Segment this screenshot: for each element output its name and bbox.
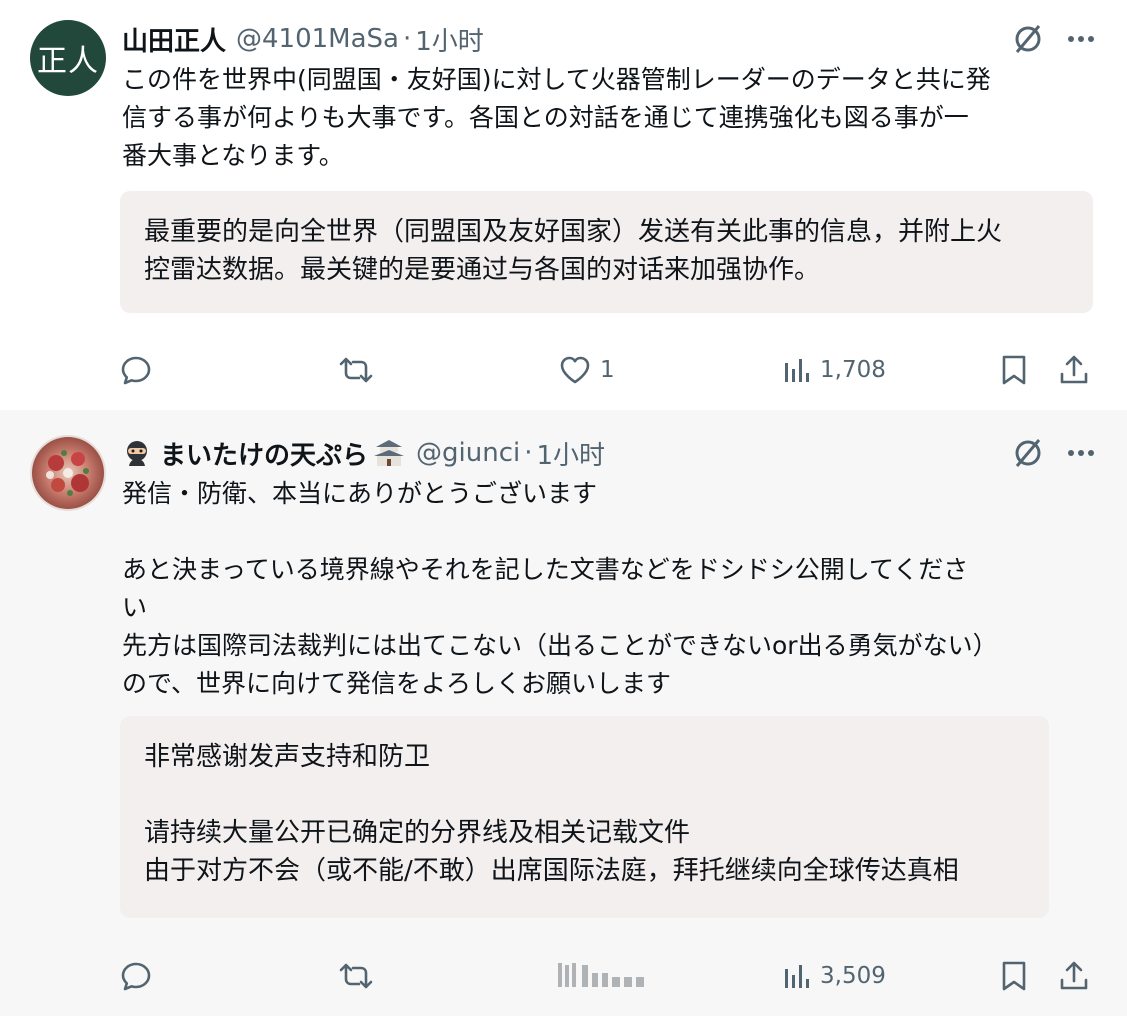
separator-dot: ·: [524, 438, 533, 468]
bookmark-button[interactable]: [1000, 350, 1028, 390]
like-button[interactable]: [558, 956, 656, 996]
share-icon: [1058, 960, 1090, 992]
blurred-watermark-icon: [558, 959, 656, 993]
more-options-icon[interactable]: [1067, 449, 1095, 457]
retweet-icon: [338, 354, 374, 386]
share-icon: [1058, 354, 1090, 386]
display-name[interactable]: 山田正人: [122, 21, 226, 58]
translation-box: 非常感谢发声支持和防卫 请持续大量公开已确定的分界线及相关记载文件 由于对方不会…: [120, 716, 1049, 918]
retweet-button[interactable]: [338, 956, 374, 996]
tweet-card[interactable]: 正人 山田正人 @4101MaSa · 1小时 この件を世界中(同盟国・友好国)…: [0, 0, 1127, 410]
tweet-header: まいたけの天ぷら @giunci · 1小时: [122, 435, 987, 471]
share-button[interactable]: [1058, 350, 1090, 390]
like-button[interactable]: 1: [558, 350, 615, 390]
views-button[interactable]: 1,708: [782, 350, 886, 390]
timestamp[interactable]: 1小时: [536, 435, 605, 472]
tweet-header: 山田正人 @4101MaSa · 1小时: [122, 21, 987, 57]
pizza-avatar-icon: [30, 435, 106, 511]
view-count: 1,708: [820, 357, 886, 383]
like-count: 1: [600, 357, 615, 383]
retweet-icon: [338, 960, 374, 992]
display-name[interactable]: まいたけの天ぷら: [160, 435, 368, 472]
analytics-icon: [782, 961, 812, 991]
tweet-actions: 1 1,708: [120, 350, 1097, 390]
reply-icon: [120, 354, 152, 386]
avatar-text: 正人: [37, 44, 99, 79]
ninja-emoji-icon: [122, 438, 152, 468]
tweet-text: 発信・防衛、本当にありがとうございます あと決まっている境界線やそれを記した文書…: [122, 479, 998, 698]
share-button[interactable]: [1058, 956, 1090, 996]
separator-dot: ·: [403, 24, 412, 54]
tweet-card[interactable]: まいたけの天ぷら @giunci · 1小时 発信・防衛、本当にありがとうござい…: [0, 410, 1127, 1016]
castle-emoji-icon: [372, 437, 406, 469]
bookmark-icon: [1000, 960, 1028, 992]
tweet-actions: 3,509: [120, 956, 1097, 996]
view-count: 3,509: [820, 963, 886, 989]
grok-icon[interactable]: [1011, 22, 1045, 56]
heart-icon: [558, 354, 592, 386]
bookmark-icon: [1000, 354, 1028, 386]
reply-button[interactable]: [120, 956, 152, 996]
bookmark-button[interactable]: [1000, 956, 1028, 996]
reply-icon: [120, 960, 152, 992]
views-button[interactable]: 3,509: [782, 956, 886, 996]
tweet-text: この件を世界中(同盟国・友好国)に対して火器管制レーダーのデータと共に発 信する…: [122, 65, 991, 170]
user-handle[interactable]: @giunci: [416, 438, 520, 468]
translation-box: 最重要的是向全世界（同盟国及友好国家）发送有关此事的信息，并附上火 控雷达数据。…: [120, 191, 1093, 313]
avatar[interactable]: [30, 435, 106, 511]
tweet-top-icons: [1011, 22, 1095, 56]
grok-icon[interactable]: [1011, 436, 1045, 470]
reply-button[interactable]: [120, 350, 152, 390]
retweet-button[interactable]: [338, 350, 374, 390]
avatar[interactable]: 正人: [30, 20, 106, 96]
timestamp[interactable]: 1小时: [415, 21, 484, 58]
tweet-top-icons: [1011, 436, 1095, 470]
more-options-icon[interactable]: [1067, 35, 1095, 43]
user-handle[interactable]: @4101MaSa: [236, 24, 399, 54]
analytics-icon: [782, 355, 812, 385]
